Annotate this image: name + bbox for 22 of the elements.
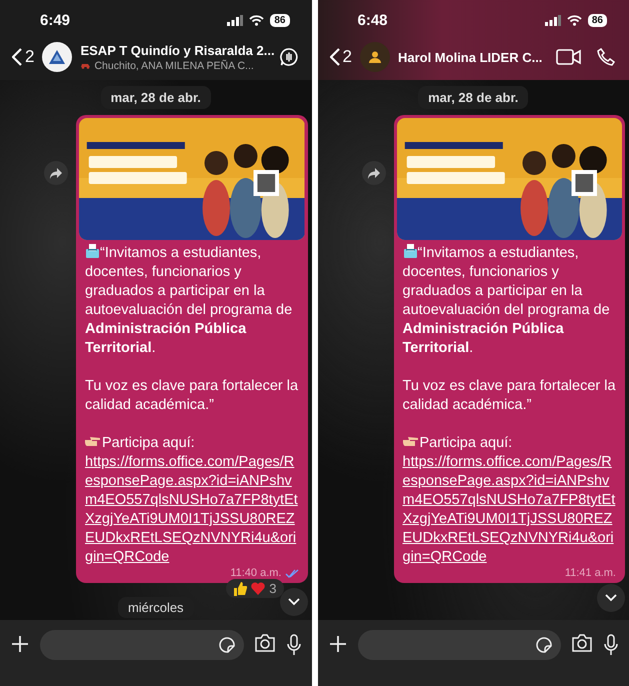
- message-text: Participa aquí:: [102, 435, 195, 451]
- message-time: 11:41 a.m.: [564, 567, 616, 579]
- message-text: “Invitamos a estudiantes, docentes, funcionarios y graduados a participar en la autoevaluación del programa de Administración Pública Territorial.: [85, 244, 294, 358]
- survey-link[interactable]: https://forms.office.com/Pages/ResponsePage.aspx?id=iANPshvm4EO557qlsNUSHo7a7FP8tytEtXzgjYeATi9UM0I1TjJSSU80REZEUDkxREtLSEQzNVNYRi4u&origin=QRCode: [85, 453, 298, 567]
- reaction-count: 3: [269, 581, 276, 596]
- chat-members: Chuchito, ANA MILENA PEÑA C...: [80, 58, 254, 72]
- status-time: 6:48: [358, 12, 388, 28]
- battery-level: 86: [270, 14, 290, 26]
- back-button[interactable]: 2: [330, 47, 352, 67]
- message-text: Participa aquí:: [420, 435, 512, 451]
- status-time: 6:49: [40, 12, 70, 28]
- battery-level: 86: [588, 14, 607, 26]
- back-button[interactable]: 2: [12, 47, 34, 67]
- message-text: Tu voz es clave para fortalecer la calidad académica.”: [85, 377, 298, 415]
- survey-link[interactable]: https://forms.office.com/Pages/ResponsePage.aspx?id=iANPshvm4EO557qlsNUSHo7a7FP8tytEtXzgjYeATi9UM0I1TjJSSU80REZEUDkxREtLSEQzNVNYRi4u&origin=QRCode: [402, 453, 616, 567]
- chat-title: Harol Molina LIDER C...: [398, 48, 542, 66]
- message-text: “Invitamos a estudiantes, docentes, funcionarios y graduados a participar en la autoevaluación del programa de Administración Pública Territorial.: [402, 244, 611, 358]
- message-text: Tu voz es clave para fortalecer la calidad académica.”: [402, 377, 616, 415]
- message-time: 11:40 a.m.: [230, 567, 282, 579]
- date-label: mar, 28 de abr.: [100, 86, 211, 109]
- date-label: mar, 28 de abr.: [418, 86, 528, 109]
- chat-title: ESAP T Quindío y Risaralda 2...: [80, 42, 275, 58]
